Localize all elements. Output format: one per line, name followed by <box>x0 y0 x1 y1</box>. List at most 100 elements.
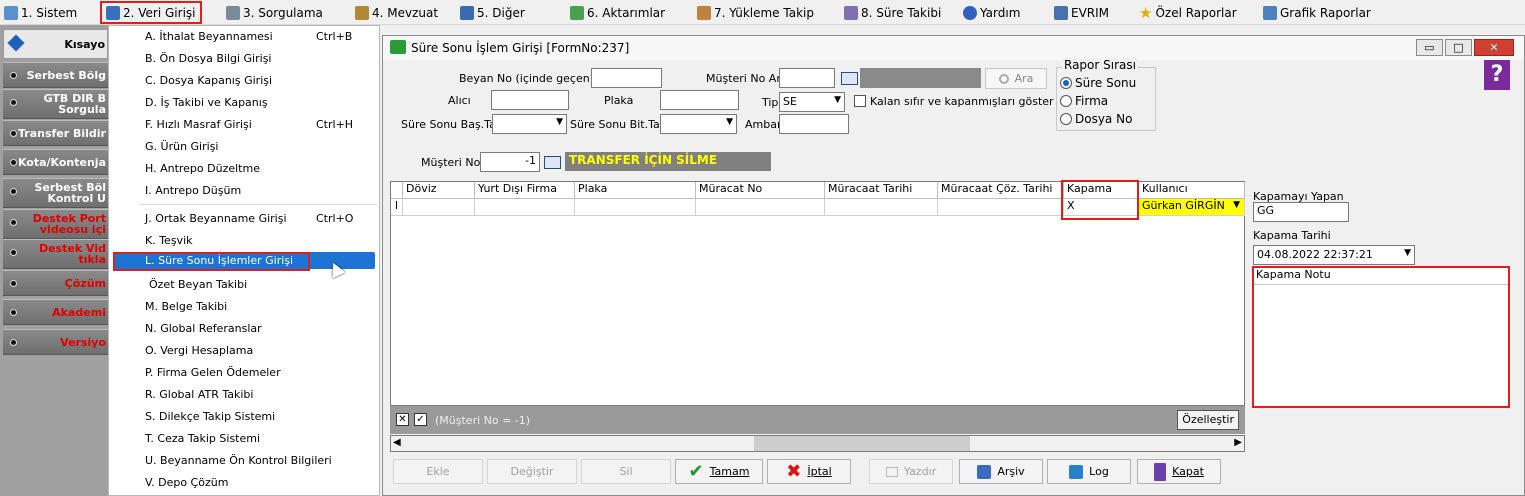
menu-aktarimlar[interactable]: 6. Aktarımlar <box>570 4 665 22</box>
musteri-ara-input[interactable] <box>779 68 835 88</box>
menu-yardim[interactable]: Yardım <box>963 4 1020 22</box>
kapama-tarihi-select[interactable]: 04.08.2022 22:37:21 ▼ <box>1253 245 1415 265</box>
menu-veri-girisi[interactable]: 2. Veri Girişi <box>100 1 202 24</box>
arsiv-button[interactable]: Arşiv <box>959 459 1043 484</box>
sidebar-shortcuts-header[interactable]: Kısayo <box>3 29 108 59</box>
calendar-icon[interactable] <box>544 156 561 169</box>
menu-item-global-referanslar[interactable]: N. Global Referanslar <box>109 318 379 339</box>
menu-item-urun[interactable]: G. Ürün Girişi <box>109 136 379 157</box>
column-header[interactable]: Kullanıcı <box>1139 182 1245 199</box>
plaka-input[interactable] <box>660 90 739 110</box>
sil-button[interactable]: Sil <box>581 459 671 484</box>
radio-dosya-no[interactable]: Dosya No <box>1060 112 1132 126</box>
kapamayi-yapan-input[interactable]: GG <box>1253 202 1349 222</box>
beyan-no-input[interactable] <box>591 68 662 88</box>
menu-grafik-raporlar[interactable]: Grafik Raporlar <box>1263 4 1371 22</box>
degistir-button[interactable]: Değiştir <box>487 459 577 484</box>
menu-evrim[interactable]: EVRIM <box>1054 4 1109 22</box>
sidebar-item-destek-portal[interactable]: Destek Port videosu içi <box>3 209 108 239</box>
menu-item-dilekce[interactable]: S. Dilekçe Takip Sistemi <box>109 406 379 427</box>
tamam-button[interactable]: ✔ Tamam <box>675 459 763 484</box>
menu-yukleme-takip[interactable]: 7. Yükleme Takip <box>697 4 814 22</box>
table-cell[interactable] <box>696 199 825 216</box>
sidebar-item-gtb[interactable]: GTB DIR B Sorgula <box>3 89 108 119</box>
sidebar-item-akademi[interactable]: Akademi <box>3 299 108 325</box>
sidebar-item-cozum[interactable]: Çözüm <box>3 270 108 296</box>
kalan-checkbox[interactable] <box>854 95 866 107</box>
maximize-button[interactable]: □ <box>1445 39 1472 56</box>
tip-select[interactable]: SE ▼ <box>779 92 845 112</box>
radio-sure-sonu[interactable]: Süre Sonu <box>1060 76 1136 90</box>
column-header[interactable]: Plaka <box>575 182 696 199</box>
column-header[interactable]: Döviz <box>403 182 475 199</box>
menu-item-belge-takibi[interactable]: M. Belge Takibi <box>109 296 379 317</box>
filter-enabled-checkbox[interactable]: ✓ <box>414 413 427 426</box>
menu-item-ithalat[interactable]: A. İthalat Beyannamesi Ctrl+B <box>109 26 379 47</box>
table-cell[interactable] <box>403 199 475 216</box>
radio-dot <box>1060 113 1072 125</box>
menu-item-ceza-takip[interactable]: T. Ceza Takip Sistemi <box>109 428 379 449</box>
table-cell[interactable] <box>938 199 1064 216</box>
minimize-button[interactable]: ▭ <box>1416 39 1443 56</box>
menu-item-beyanname-on-kontrol[interactable]: U. Beyanname Ön Kontrol Bilgileri <box>109 450 379 471</box>
table-cell[interactable] <box>575 199 696 216</box>
menu-item-ozet-beyan[interactable]: Özet Beyan Takibi <box>109 274 379 295</box>
table-cell[interactable] <box>475 199 575 216</box>
sidebar-item-serbest-bolge[interactable]: Serbest Bölg <box>3 62 108 88</box>
clear-filter-checkbox[interactable]: ✕ <box>396 413 409 426</box>
time-tracking-icon <box>844 6 858 20</box>
sure-bit-select[interactable]: ▼ <box>660 114 737 134</box>
column-header[interactable]: Müracaat Çöz. Tarihi <box>938 182 1064 199</box>
yazdir-button[interactable]: Yazdır <box>869 459 953 484</box>
menu-item-antrepo-dusum[interactable]: I. Antrepo Düşüm <box>109 180 379 201</box>
menu-item-vergi-hesaplama[interactable]: O. Vergi Hesaplama <box>109 340 379 361</box>
menu-diger[interactable]: 5. Diğer <box>460 4 525 22</box>
musteri-no-input[interactable]: -1 <box>480 152 540 172</box>
menu-item-tesvik[interactable]: K. Teşvik <box>109 230 379 251</box>
kapat-button[interactable]: Kapat <box>1137 459 1221 484</box>
column-header[interactable]: Müracat No <box>696 182 825 199</box>
window-title: Süre Sonu İşlem Girişi [FormNo:237] <box>411 41 630 55</box>
menu-item-is-takibi[interactable]: D. İş Takibi ve Kapanış <box>109 92 379 113</box>
scroll-right-icon[interactable]: ▶ <box>1234 437 1242 448</box>
menu-item-antrepo-duzeltme[interactable]: H. Antrepo Düzeltme <box>109 158 379 179</box>
menu-sorgulama[interactable]: 3. Sorgulama <box>226 4 323 22</box>
menu-item-global-atr[interactable]: R. Global ATR Takibi <box>109 384 379 405</box>
alici-input[interactable] <box>491 90 569 110</box>
ara-button[interactable]: Ara <box>985 68 1047 89</box>
radio-firma[interactable]: Firma <box>1060 94 1108 108</box>
menu-mevzuat[interactable]: 4. Mevzuat <box>355 4 438 22</box>
sidebar-item-transfer[interactable]: Transfer Bildir <box>3 120 108 146</box>
sidebar-item-versiyon[interactable]: Versiyo <box>3 329 108 355</box>
close-button[interactable]: ✕ <box>1474 39 1514 56</box>
table-cell[interactable] <box>825 199 938 216</box>
column-header[interactable]: Müracaat Tarihi <box>825 182 938 199</box>
help-icon[interactable]: ? <box>1484 60 1510 90</box>
data-grid[interactable]: Döviz Yurt Dışı Firma Plaka Müracat No M… <box>390 180 1245 406</box>
sure-bas-select[interactable]: ▼ <box>492 114 567 134</box>
sidebar-item-destek-video[interactable]: Destek Vid tıkla <box>3 239 108 269</box>
menu-sistem[interactable]: 1. Sistem <box>4 4 77 22</box>
menu-ozel-raporlar[interactable]: ★ Özel Raporlar <box>1139 4 1237 22</box>
calendar-icon[interactable] <box>841 72 858 85</box>
menu-item-hizli-masraf[interactable]: F. Hızlı Masraf Girişi Ctrl+H <box>109 114 379 135</box>
window-titlebar: Süre Sonu İşlem Girişi [FormNo:237] ▭ □ … <box>383 36 1524 60</box>
customize-button[interactable]: Özelleştir <box>1177 410 1239 430</box>
column-header[interactable]: Yurt Dışı Firma <box>475 182 575 199</box>
menu-item-ortak-beyanname[interactable]: J. Ortak Beyanname Girişi Ctrl+O <box>109 208 379 229</box>
horizontal-scrollbar[interactable]: ◀ ▶ <box>390 435 1245 452</box>
sidebar-item-serbest-kontrol[interactable]: Serbest Böl Kontrol U <box>3 178 108 208</box>
scroll-thumb[interactable] <box>754 436 970 451</box>
scroll-left-icon[interactable]: ◀ <box>393 437 401 448</box>
ambar-input[interactable] <box>779 114 849 134</box>
menu-sure-takibi[interactable]: 8. Süre Takibi <box>844 4 941 22</box>
ekle-button[interactable]: Ekle <box>393 459 483 484</box>
sidebar-item-kota[interactable]: Kota/Kontenja <box>3 149 108 175</box>
log-button[interactable]: Log <box>1047 459 1131 484</box>
iptal-button[interactable]: ✖ İptal <box>767 459 851 484</box>
menu-item-firma-odemeler[interactable]: P. Firma Gelen Ödemeler <box>109 362 379 383</box>
menu-item-dosya-kapanis[interactable]: C. Dosya Kapanış Girişi <box>109 70 379 91</box>
menu-item-on-dosya[interactable]: B. Ön Dosya Bilgi Girişi <box>109 48 379 69</box>
menu-item-depo-cozum[interactable]: V. Depo Çözüm <box>109 472 379 493</box>
kullanici-cell[interactable]: Gürkan GİRGİN ▼ <box>1139 199 1245 216</box>
